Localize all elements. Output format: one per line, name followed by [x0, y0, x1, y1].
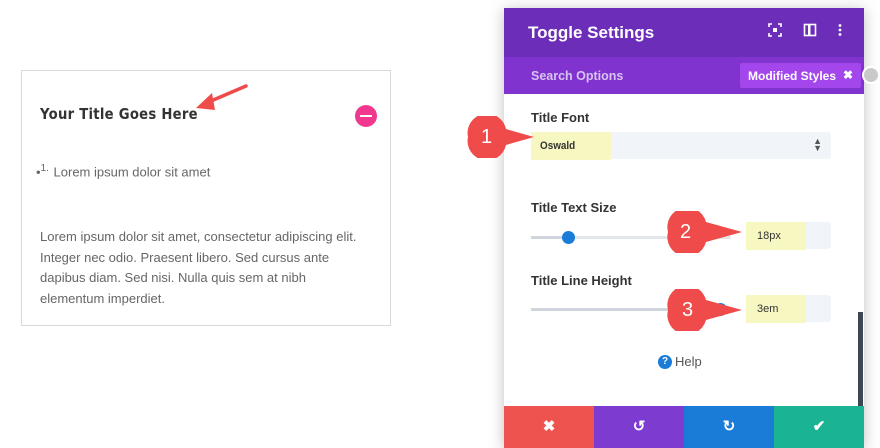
- list-marker: 1.: [40, 163, 49, 174]
- title-line-height-input[interactable]: 3em: [746, 295, 831, 323]
- more-icon[interactable]: [831, 23, 849, 41]
- expand-icon[interactable]: [766, 23, 784, 41]
- undo-button[interactable]: ↺: [594, 406, 684, 448]
- title-font-select[interactable]: Oswald ▲ ▼: [531, 132, 831, 160]
- slider-handle[interactable]: [562, 231, 575, 244]
- callout-3: [667, 289, 742, 331]
- search-options-button[interactable]: Search Options: [531, 69, 623, 83]
- callout-2: [667, 211, 742, 253]
- toggle-title[interactable]: Your Title Goes Here: [40, 105, 198, 123]
- help-link[interactable]: ? Help: [658, 353, 702, 371]
- select-caret-icon: ▲ ▼: [813, 136, 822, 153]
- panel-scrollbar[interactable]: [858, 312, 863, 406]
- callout-number: 3: [682, 299, 694, 321]
- title-line-height-label: Title Line Height: [531, 273, 632, 288]
- title-text-size-label: Title Text Size: [531, 200, 617, 215]
- toggle-body-text: Lorem ipsum dolor sit amet, consectetur …: [40, 227, 380, 309]
- callout-1: [467, 116, 534, 158]
- list-item: •1. Lorem ipsum dolor sit amet: [36, 163, 210, 179]
- body-line: Lorem ipsum dolor sit amet, consectetur …: [40, 229, 357, 244]
- title-text-size-value: 18px: [757, 230, 781, 242]
- title-line-height-value: 3em: [757, 303, 779, 315]
- toggle-module-preview: Your Title Goes Here •1. Lorem ipsum dol…: [21, 70, 391, 326]
- modified-styles-label: Modified Styles: [748, 69, 837, 83]
- panel-footer: ✖ ↺ ↻ ✔: [504, 406, 864, 448]
- title-text-size-input[interactable]: 18px: [746, 222, 831, 250]
- panel-title: Toggle Settings: [528, 23, 655, 42]
- title-font-label: Title Font: [531, 110, 590, 125]
- list-item-text: Lorem ipsum dolor sit amet: [53, 164, 211, 180]
- toggle-close-icon[interactable]: [355, 105, 377, 127]
- cancel-button[interactable]: ✖: [504, 406, 594, 448]
- list-bullet: •: [36, 164, 41, 180]
- help-label: Help: [675, 354, 702, 370]
- help-icon: ?: [658, 354, 672, 369]
- redo-button[interactable]: ↻: [684, 406, 774, 448]
- panel-header: Toggle Settings: [504, 8, 864, 57]
- callout-number: 1: [481, 126, 493, 148]
- body-line: dapibus diam. Sed nisi. Nulla quis sem a…: [40, 270, 306, 285]
- panel-subbar: Search Options Modified Styles ✖: [504, 57, 864, 94]
- modified-styles-filter[interactable]: Modified Styles ✖: [740, 63, 861, 88]
- body-line: elementum imperdiet.: [40, 290, 165, 306]
- close-icon[interactable]: ✖: [843, 68, 853, 82]
- body-line: Integer nec odio. Praesent libero. Sed c…: [40, 249, 330, 265]
- panel-side-handle-icon[interactable]: [862, 66, 880, 84]
- title-font-value: Oswald: [540, 140, 576, 152]
- columns-icon[interactable]: [801, 23, 819, 41]
- save-button[interactable]: ✔: [774, 406, 864, 448]
- callout-number: 2: [680, 221, 692, 243]
